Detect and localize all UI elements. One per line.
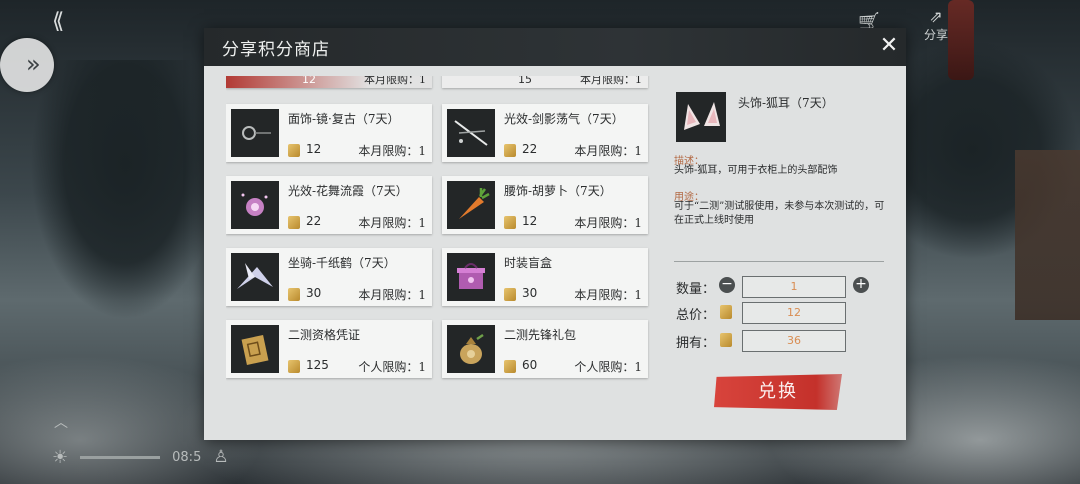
exchange-button[interactable]: 兑换 bbox=[714, 374, 842, 410]
description-text: 头饰-狐耳，可用于衣柜上的头部配饰 bbox=[674, 165, 838, 176]
side-expand-button[interactable]: » bbox=[0, 38, 54, 92]
item-limit: 本月限购：1 bbox=[364, 76, 426, 86]
item-name: 坐骑-千纸鹤（7天） bbox=[288, 256, 396, 270]
item-price: 30 bbox=[522, 286, 538, 300]
owned-row: 拥有： 36 bbox=[676, 330, 886, 352]
close-button[interactable]: ✕ bbox=[876, 33, 902, 59]
item-limit: 本月限购：1 bbox=[574, 144, 642, 158]
item-price: 60 bbox=[522, 358, 538, 372]
scroll-voucher-icon bbox=[231, 325, 279, 373]
points-coin-icon bbox=[504, 360, 516, 373]
item-limit: 个人限购：1 bbox=[358, 360, 426, 374]
item-name: 光效-剑影荡气（7天） bbox=[504, 112, 624, 126]
item-limit: 本月限购：1 bbox=[580, 76, 642, 86]
quantity-label: 数量： bbox=[676, 282, 716, 297]
share-icon: ⇗ bbox=[929, 7, 943, 26]
list-item[interactable]: 腰饰-胡萝卜（7天） 12 本月限购：1 bbox=[442, 176, 648, 234]
item-name: 面饰-镜·复古（7天） bbox=[288, 112, 400, 126]
owned-label: 拥有： bbox=[676, 336, 716, 351]
panel-header: 分享积分商店 ✕ bbox=[204, 28, 906, 66]
paper-crane-icon bbox=[231, 253, 279, 301]
chevron-right-icon: » bbox=[26, 50, 41, 78]
list-item-partial[interactable]: 12 本月限购：1 bbox=[226, 76, 432, 88]
chevron-up-icon[interactable]: ︿ bbox=[54, 412, 68, 432]
item-name: 腰饰-胡萝卜（7天） bbox=[504, 184, 612, 198]
walk-icon[interactable]: ♙ bbox=[213, 447, 228, 467]
detail-item-name: 头饰-狐耳（7天） bbox=[738, 96, 834, 110]
total-price: 12 bbox=[742, 302, 846, 324]
time-bar bbox=[80, 455, 161, 459]
tree-silhouette-left bbox=[30, 60, 220, 320]
owned-points: 36 bbox=[742, 330, 846, 352]
item-price: 125 bbox=[306, 358, 329, 372]
item-price: 22 bbox=[306, 214, 322, 228]
item-price: 15 bbox=[518, 76, 532, 86]
divider bbox=[674, 261, 884, 262]
quantity-row: 数量： − 1 + bbox=[676, 276, 886, 298]
item-price: 30 bbox=[306, 286, 322, 300]
share-label: 分享 bbox=[923, 28, 948, 42]
item-detail-pane: 头饰-狐耳（7天） 描述： 头饰-狐耳，可用于衣柜上的头部配饰 用途： 可于“二… bbox=[666, 78, 892, 378]
points-coin-icon bbox=[504, 216, 516, 229]
total-label: 总价： bbox=[676, 308, 716, 323]
item-list[interactable]: 12 本月限购：1 15 本月限购：1 面饰-镜·复古（7天） 12 本月限购：… bbox=[226, 76, 650, 382]
bottom-status-bar: ☀ 08:5 ♙ bbox=[52, 442, 229, 472]
item-name: 二测先锋礼包 bbox=[504, 328, 577, 342]
list-item[interactable]: 面饰-镜·复古（7天） 12 本月限购：1 bbox=[226, 104, 432, 162]
blind-box-icon bbox=[447, 253, 495, 301]
back-arrow-icon[interactable]: ⟪ bbox=[52, 10, 80, 34]
page-title: 分享积分商店 bbox=[222, 40, 330, 60]
points-coin-icon bbox=[288, 216, 300, 229]
item-limit: 本月限购：1 bbox=[358, 288, 426, 302]
list-item[interactable]: 坐骑-千纸鹤（7天） 30 本月限购：1 bbox=[226, 248, 432, 306]
list-item[interactable]: 光效-花舞流霞（7天） 22 本月限购：1 bbox=[226, 176, 432, 234]
item-limit: 本月限购：1 bbox=[574, 216, 642, 230]
list-item[interactable]: 光效-剑影荡气（7天） 22 本月限购：1 bbox=[442, 104, 648, 162]
item-price: 12 bbox=[302, 76, 316, 86]
item-name: 二测资格凭证 bbox=[288, 328, 361, 342]
list-item[interactable]: 二测先锋礼包 60 个人限购：1 bbox=[442, 320, 648, 378]
item-limit: 本月限购：1 bbox=[358, 144, 426, 158]
item-name: 时装盲盒 bbox=[504, 256, 553, 270]
total-row: 总价： 12 bbox=[676, 302, 886, 324]
plus-button[interactable]: + bbox=[853, 277, 869, 293]
flower-light-icon bbox=[231, 181, 279, 229]
item-limit: 本月限购：1 bbox=[574, 288, 642, 302]
points-coin-icon bbox=[288, 360, 300, 373]
points-coin-icon bbox=[504, 144, 516, 157]
quantity-stepper[interactable]: 1 bbox=[742, 276, 846, 298]
fox-ears-icon bbox=[676, 92, 726, 142]
item-price: 22 bbox=[522, 142, 538, 156]
item-name: 光效-花舞流霞（7天） bbox=[288, 184, 408, 198]
points-coin-icon bbox=[720, 305, 732, 319]
points-coin-icon bbox=[720, 333, 732, 347]
pavilion-structure bbox=[1015, 150, 1080, 320]
share-button[interactable]: ⇗ 分享 bbox=[916, 8, 956, 43]
points-coin-icon bbox=[288, 288, 300, 301]
points-coin-icon bbox=[504, 288, 516, 301]
list-item[interactable]: 二测资格凭证 125 个人限购：1 bbox=[226, 320, 432, 378]
item-price: 12 bbox=[522, 214, 538, 228]
close-icon: ✕ bbox=[879, 33, 899, 58]
list-item-partial[interactable]: 15 本月限购：1 bbox=[442, 76, 648, 88]
game-time: 08:5 bbox=[172, 449, 202, 465]
sword-light-icon bbox=[447, 109, 495, 157]
list-item[interactable]: 时装盲盒 30 本月限购：1 bbox=[442, 248, 648, 306]
monocle-icon bbox=[231, 109, 279, 157]
item-limit: 个人限购：1 bbox=[574, 360, 642, 374]
points-coin-icon bbox=[288, 144, 300, 157]
item-limit: 本月限购：1 bbox=[358, 216, 426, 230]
shop-panel: 分享积分商店 ✕ 12 本月限购：1 15 本月限购：1 面饰-镜·复古（7天）… bbox=[204, 28, 906, 440]
carrot-icon bbox=[447, 181, 495, 229]
usage-text: 可于“二测”测试服使用，未参与本次测试的，可在正式上线时使用 bbox=[674, 201, 885, 226]
minus-button[interactable]: − bbox=[719, 277, 735, 293]
item-price: 12 bbox=[306, 142, 322, 156]
sun-icon: ☀ bbox=[52, 446, 69, 468]
gift-bag-icon bbox=[447, 325, 495, 373]
